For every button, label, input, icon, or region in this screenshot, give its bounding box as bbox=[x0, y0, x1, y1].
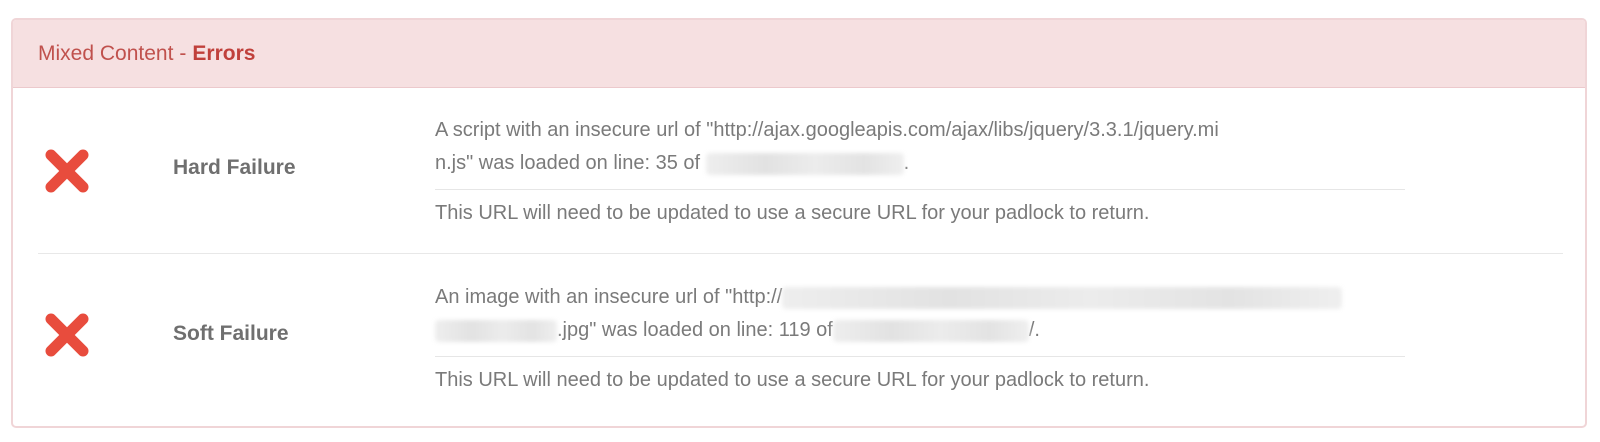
message-divider bbox=[435, 189, 1405, 190]
message-text: .jpg" was loaded on line: 119 of bbox=[557, 319, 833, 341]
message-line-1: An image with an insecure url of "http:/… bbox=[435, 281, 1410, 314]
message-text: An image with an insecure url of "http:/… bbox=[435, 286, 783, 308]
message-end: /. bbox=[1028, 319, 1040, 341]
failure-type-label: Hard Failure bbox=[173, 156, 296, 179]
result-row-soft-failure: Soft Failure An image with an insecure u… bbox=[38, 254, 1563, 426]
failure-message: A script with an insecure url of "http:/… bbox=[435, 114, 1410, 230]
redacted-url bbox=[435, 319, 557, 342]
redacted-filename bbox=[705, 152, 904, 175]
panel-title-errors: Errors bbox=[192, 41, 256, 65]
message-line-1: A script with an insecure url of "http:/… bbox=[435, 119, 1219, 141]
panel-title-separator: - bbox=[179, 41, 187, 65]
failure-message: An image with an insecure url of "http:/… bbox=[435, 281, 1410, 397]
mixed-content-panel: Mixed Content - Errors Hard Failure A sc… bbox=[11, 18, 1587, 428]
message-line-2: n.js" was loaded on line: 35 of . bbox=[435, 147, 1410, 180]
fix-note: This URL will need to be updated to use … bbox=[435, 202, 1150, 224]
fix-note: This URL will need to be updated to use … bbox=[435, 369, 1150, 391]
message-text: n.js" was loaded on line: 35 of bbox=[435, 152, 701, 174]
panel-header: Mixed Content - Errors bbox=[13, 20, 1585, 88]
result-row-hard-failure: Hard Failure A script with an insecure u… bbox=[38, 88, 1563, 254]
redacted-filename bbox=[832, 319, 1029, 342]
message-divider bbox=[435, 356, 1405, 357]
redacted-url bbox=[782, 286, 1343, 309]
message-line-2: .jpg" was loaded on line: 119 of /. bbox=[435, 314, 1410, 347]
x-icon bbox=[45, 313, 89, 357]
panel-title-prefix: Mixed Content bbox=[38, 41, 174, 65]
message-end: . bbox=[903, 152, 910, 174]
x-icon bbox=[45, 149, 89, 193]
failure-type-label: Soft Failure bbox=[173, 322, 289, 345]
